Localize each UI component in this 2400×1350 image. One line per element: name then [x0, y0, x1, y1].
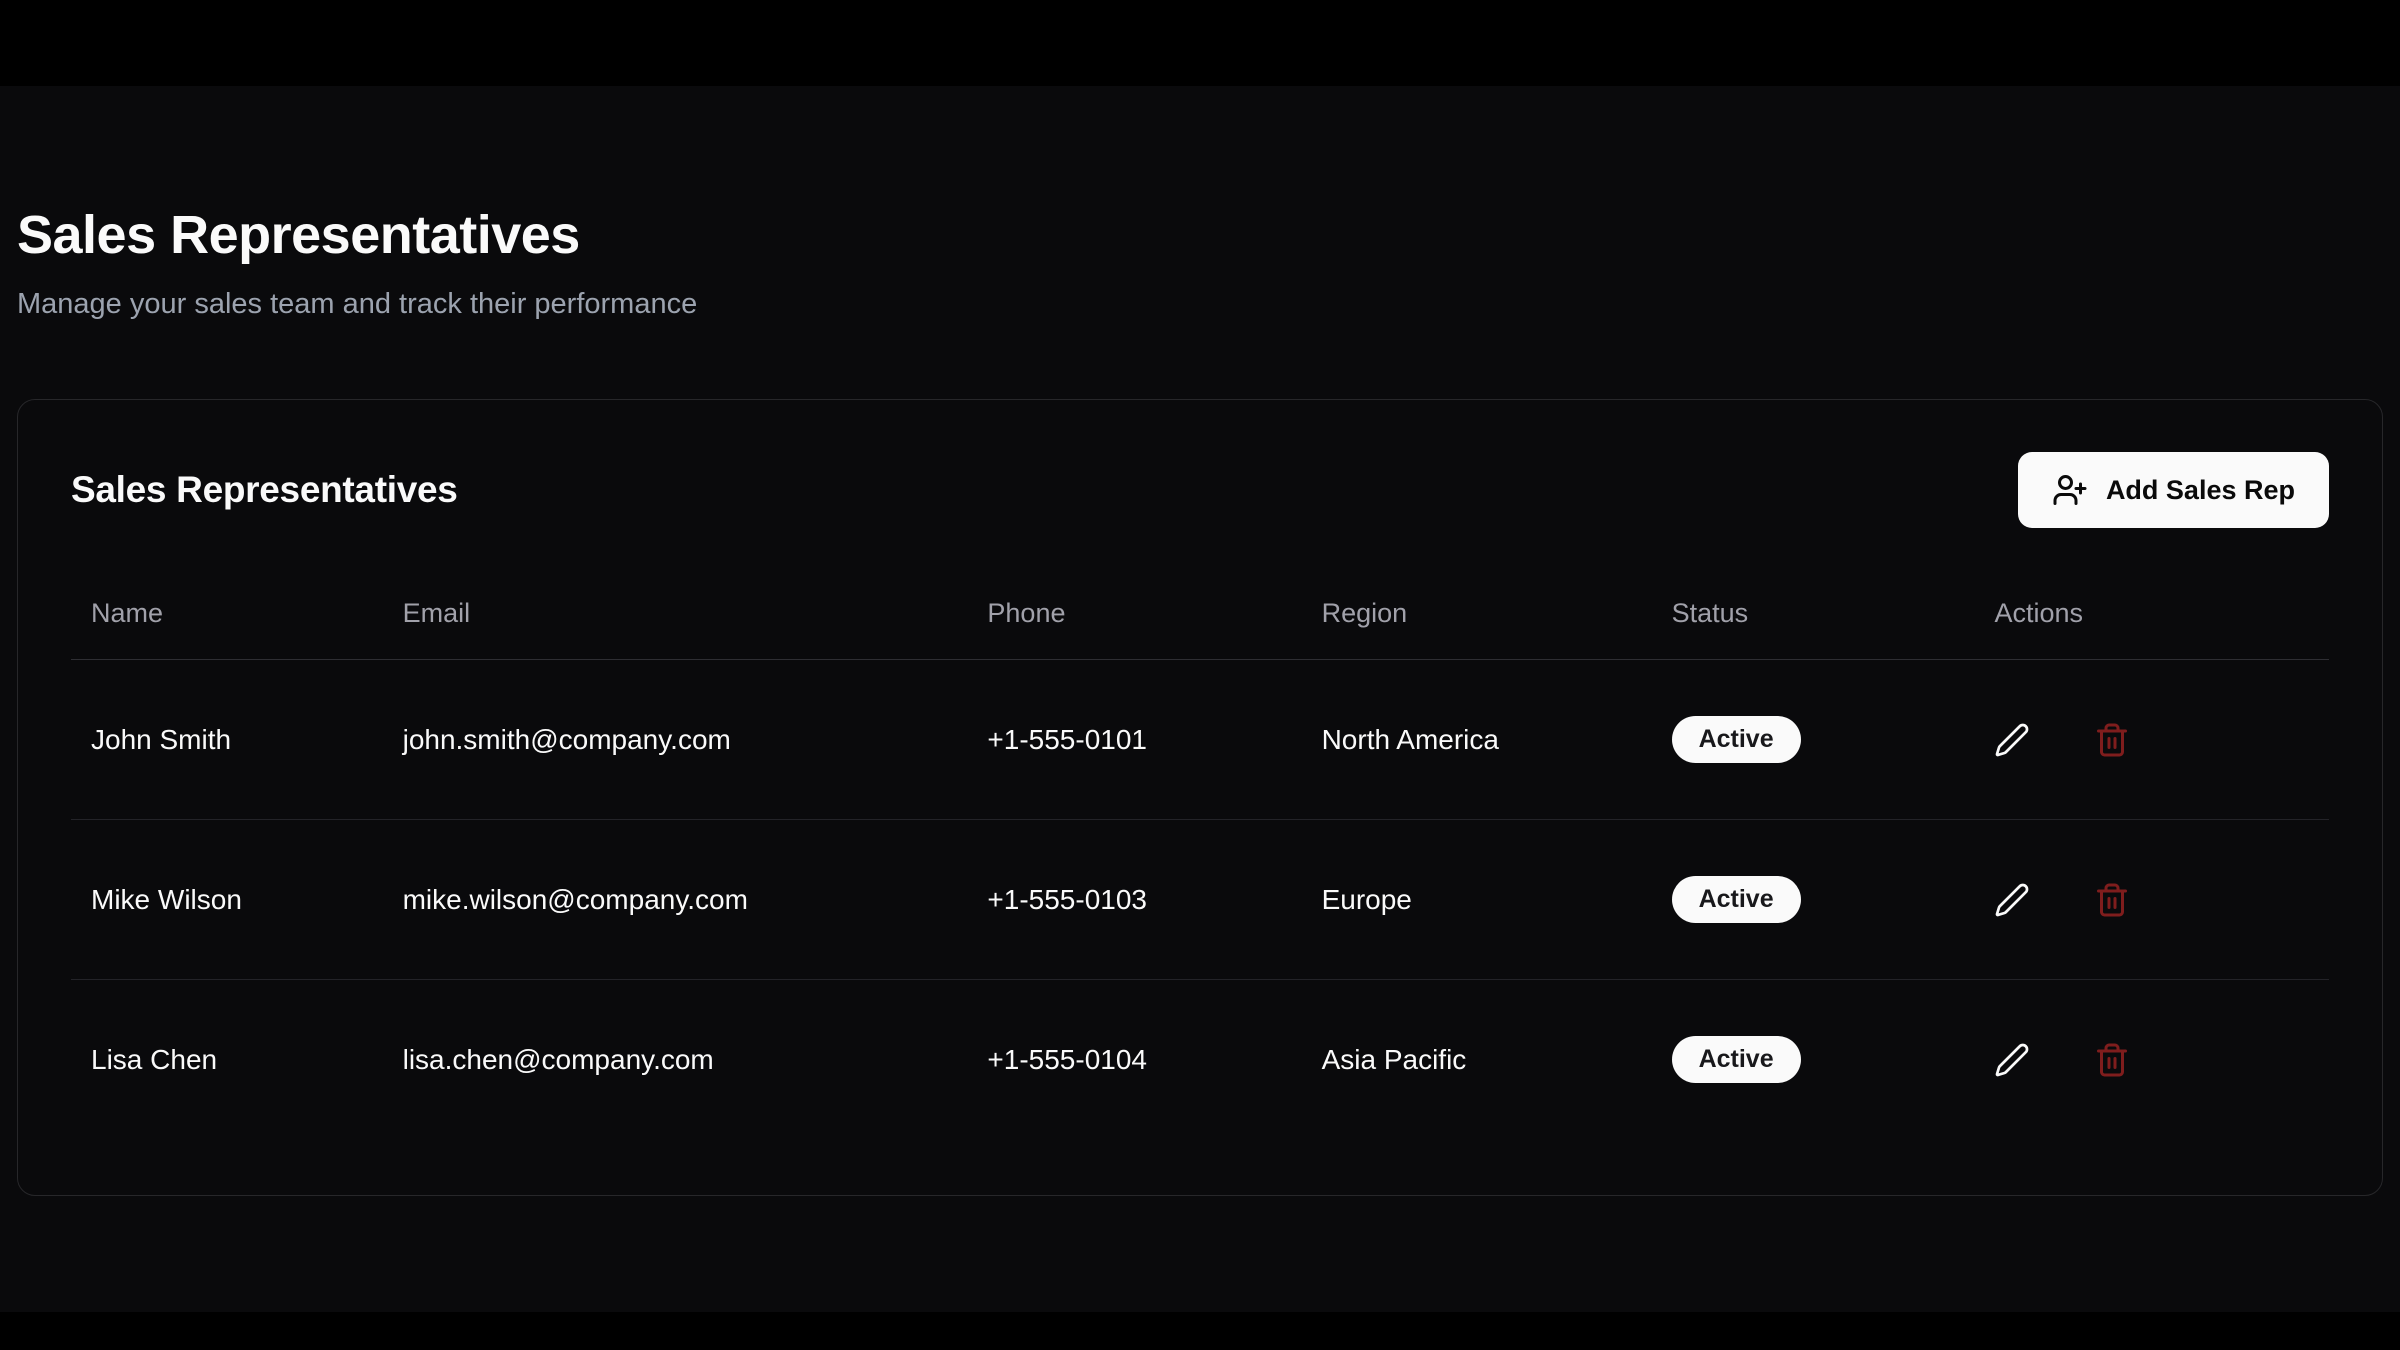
delete-button[interactable] — [2094, 722, 2130, 758]
cell-actions — [1974, 980, 2329, 1140]
cell-name: John Smith — [71, 660, 383, 820]
column-header-phone: Phone — [967, 572, 1301, 660]
cell-region: Europe — [1302, 820, 1652, 980]
cell-status: Active — [1652, 660, 1975, 820]
table-row: Mike Wilson mike.wilson@company.com +1-5… — [71, 820, 2329, 980]
edit-button[interactable] — [1994, 1042, 2030, 1078]
pencil-icon — [1994, 882, 2030, 918]
cell-name: Lisa Chen — [71, 980, 383, 1140]
status-badge: Active — [1672, 876, 1801, 923]
delete-button[interactable] — [2094, 882, 2130, 918]
cell-region: North America — [1302, 660, 1652, 820]
column-header-status: Status — [1652, 572, 1975, 660]
cell-region: Asia Pacific — [1302, 980, 1652, 1140]
cell-status: Active — [1652, 820, 1975, 980]
cell-phone: +1-555-0101 — [967, 660, 1301, 820]
table-row: John Smith john.smith@company.com +1-555… — [71, 660, 2329, 820]
cell-name: Mike Wilson — [71, 820, 383, 980]
card-title: Sales Representatives — [71, 469, 458, 511]
page-subtitle: Manage your sales team and track their p… — [17, 288, 2383, 321]
column-header-region: Region — [1302, 572, 1652, 660]
status-badge: Active — [1672, 716, 1801, 763]
status-badge: Active — [1672, 1036, 1801, 1083]
cell-email: lisa.chen@company.com — [383, 980, 968, 1140]
sales-reps-table: Name Email Phone Region Status Actions J… — [71, 572, 2329, 1139]
delete-button[interactable] — [2094, 1042, 2130, 1078]
sales-reps-page: Sales Representatives Manage your sales … — [0, 86, 2400, 1196]
cell-status: Active — [1652, 980, 1975, 1140]
sales-reps-card: Sales Representatives Add Sales Rep — [17, 399, 2383, 1196]
cell-actions — [1974, 820, 2329, 980]
user-plus-icon — [2052, 472, 2088, 508]
cell-phone: +1-555-0103 — [967, 820, 1301, 980]
trash-icon — [2094, 722, 2130, 758]
edit-button[interactable] — [1994, 882, 2030, 918]
table-header-row: Name Email Phone Region Status Actions — [71, 572, 2329, 660]
trash-icon — [2094, 882, 2130, 918]
trash-icon — [2094, 1042, 2130, 1078]
card-header: Sales Representatives Add Sales Rep — [71, 452, 2329, 528]
edit-button[interactable] — [1994, 722, 2030, 758]
add-sales-rep-button[interactable]: Add Sales Rep — [2018, 452, 2329, 528]
app-viewport: Sales Representatives Manage your sales … — [0, 86, 2400, 1312]
cell-email: mike.wilson@company.com — [383, 820, 968, 980]
pencil-icon — [1994, 722, 2030, 758]
cell-email: john.smith@company.com — [383, 660, 968, 820]
cell-phone: +1-555-0104 — [967, 980, 1301, 1140]
pencil-icon — [1994, 1042, 2030, 1078]
column-header-email: Email — [383, 572, 968, 660]
add-sales-rep-button-label: Add Sales Rep — [2106, 475, 2295, 506]
column-header-name: Name — [71, 572, 383, 660]
cell-actions — [1974, 660, 2329, 820]
column-header-actions: Actions — [1974, 572, 2329, 660]
page-title: Sales Representatives — [17, 204, 2383, 266]
table-row: Lisa Chen lisa.chen@company.com +1-555-0… — [71, 980, 2329, 1140]
